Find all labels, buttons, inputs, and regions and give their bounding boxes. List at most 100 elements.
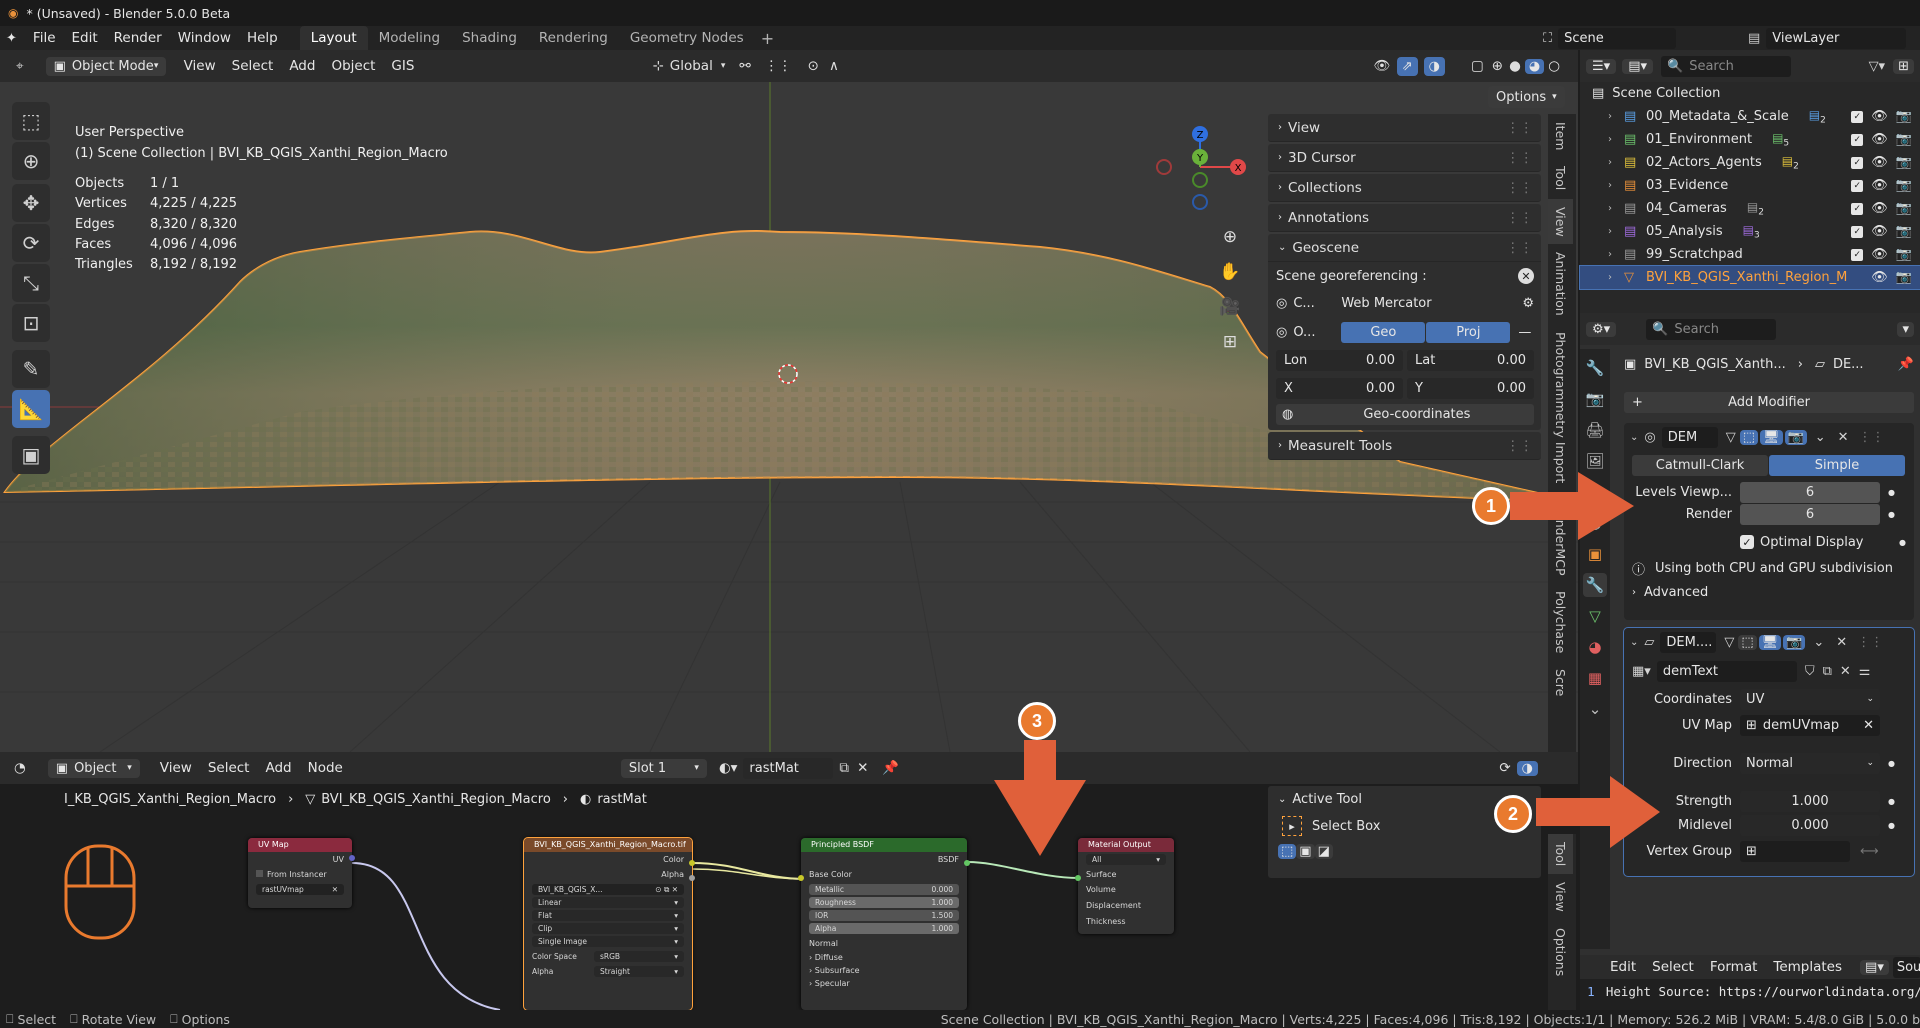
visibility-eye-icon[interactable]: 👁 [1871, 155, 1888, 170]
texture-browse-icon[interactable]: ▦▾ [1632, 664, 1651, 679]
select-new-icon[interactable]: ⬚ [1278, 844, 1297, 859]
te-menu-templates[interactable]: Templates [1765, 959, 1850, 975]
add-workspace-icon[interactable]: + [761, 29, 774, 48]
tab-tool[interactable]: Tool [1548, 158, 1573, 198]
source-dropdown[interactable]: Single Image ▾ [532, 936, 684, 947]
exclude-checkbox[interactable]: ✓ [1851, 110, 1864, 123]
vp-menu-add[interactable]: Add [281, 58, 323, 74]
ortho-grid-icon[interactable]: ⊞ [1218, 325, 1242, 360]
outliner-row[interactable]: › ▤ 00_Metadata_&_Scale ▤2 ✓ 👁 📷 [1580, 105, 1920, 128]
expand-chevron-icon[interactable]: › [1608, 111, 1624, 122]
interpolation-dropdown[interactable]: Linear ▾ [532, 897, 684, 908]
panel-collections[interactable]: › Collections ⋮⋮ [1268, 174, 1541, 202]
scene-props-icon[interactable]: ◬ [1583, 480, 1607, 504]
tab-blendermcp[interactable]: BlenderMCP [1548, 492, 1573, 583]
render-camera-icon[interactable]: 📷 [1896, 155, 1912, 170]
vertex-group-field[interactable]: ⊞ [1740, 840, 1850, 862]
subsurface-panel[interactable]: › Subsurface [801, 964, 967, 977]
text-name-field[interactable]: Sou [1892, 956, 1920, 978]
metallic-field[interactable]: Metallic 0.000 [809, 884, 959, 895]
viewlayer-selector[interactable]: ▤ ViewLayer [1748, 27, 1907, 49]
pan-hand-icon[interactable]: ✋ [1218, 255, 1242, 290]
xray-icon[interactable]: ▢ [1471, 58, 1484, 74]
expand-chevron-icon[interactable]: › [1608, 272, 1624, 283]
more-tabs-icon[interactable]: ⌄ [1583, 697, 1607, 721]
visibility-eye-icon[interactable]: 👁 [1871, 270, 1888, 285]
exclude-checkbox[interactable]: ✓ [1851, 179, 1864, 192]
select-subtract-icon[interactable]: ◪ [1314, 844, 1333, 859]
tab-layout[interactable]: Layout [299, 26, 368, 50]
mod1-viewport-icon[interactable]: 🖥 [1760, 429, 1783, 445]
tex-color-socket[interactable] [689, 860, 695, 866]
object-props-icon[interactable]: ▣ [1583, 542, 1607, 566]
outliner-row[interactable]: › ▤ 02_Actors_Agents ▤2 ✓ 👁 📷 [1580, 151, 1920, 174]
snap-node-icon[interactable]: ⟳ [1499, 760, 1510, 776]
unlink-texture-icon[interactable]: ✕ [1840, 664, 1851, 679]
vp-menu-gis[interactable]: GIS [383, 58, 422, 74]
projection-dropdown[interactable]: Flat ▾ [532, 910, 684, 921]
visibility-eye-icon[interactable]: 👁 [1871, 247, 1888, 262]
mod1-editmode-icon[interactable]: ▽ [1726, 430, 1736, 445]
mod2-render-icon[interactable]: 📷 [1783, 634, 1806, 650]
uv-map-node[interactable]: UV Map UV From Instancer rastUVmap ✕ [248, 838, 355, 908]
invert-vgroup-icon[interactable]: ⟷ [1860, 844, 1879, 859]
y-field[interactable]: Y 0.00 [1407, 378, 1534, 399]
origin-minus-icon[interactable]: — [1518, 325, 1531, 340]
mod1-name-field[interactable]: DEM [1661, 426, 1718, 448]
advanced-panel[interactable]: › Advanced [1632, 582, 1906, 602]
expand-chevron-icon[interactable]: › [1608, 157, 1624, 168]
select-extend-icon[interactable]: ▣ [1296, 844, 1315, 859]
vp-menu-object[interactable]: Object [323, 58, 383, 74]
strength-field[interactable]: 1.000 [1740, 790, 1880, 812]
render-shading-icon[interactable]: ○ [1548, 58, 1560, 74]
outliner-row[interactable]: › ▤ 03_Evidence ✓ 👁 📷 [1580, 174, 1920, 197]
expand-chevron-icon[interactable]: › [1608, 134, 1624, 145]
material-props-icon[interactable]: ◕ [1583, 635, 1607, 659]
solid-shading-icon[interactable]: ● [1509, 58, 1521, 74]
vp-menu-select[interactable]: Select [224, 58, 282, 74]
diffuse-panel[interactable]: › Diffuse [801, 951, 967, 964]
orientation-dropdown[interactable]: ⊹ Global ▾ [652, 58, 725, 74]
panel-measureit[interactable]: › MeasureIt Tools ⋮⋮ [1268, 432, 1541, 460]
blender-menu-icon[interactable]: ✦ [6, 31, 17, 46]
duplicate-texture-icon[interactable]: ⧉ [1823, 664, 1832, 679]
specular-panel[interactable]: › Specular [801, 977, 967, 990]
image-texture-node[interactable]: BVI_KB_QGIS_Xanthi_Region_Macro.tif Colo… [523, 837, 695, 1010]
coordinates-dropdown[interactable]: UV ⌄ [1740, 688, 1880, 710]
visibility-eye-icon[interactable]: 👁 [1871, 109, 1888, 124]
mod2-cage-icon[interactable]: ⬚ [1738, 634, 1757, 650]
principled-bsdf-node[interactable]: Principled BSDF BSDF Base Color Metallic… [798, 838, 970, 1010]
optimal-display-checkbox[interactable]: ✓ Optimal Display ● [1740, 532, 1906, 552]
menu-render[interactable]: Render [106, 30, 170, 46]
georef-close-icon[interactable]: ✕ [1518, 268, 1534, 284]
menu-file[interactable]: File [25, 30, 64, 46]
text-line[interactable]: 1 Height Source: https://ourworldindata.… [1580, 979, 1920, 1003]
zoom-icon[interactable]: ⊕ [1218, 220, 1242, 255]
text-browse-icon[interactable]: ▤▾ [1860, 959, 1889, 975]
annotate-tool-icon[interactable]: ✎ [12, 350, 50, 388]
material-shading-icon[interactable]: ◕ [1524, 58, 1545, 74]
tab-rendering[interactable]: Rendering [528, 26, 619, 50]
expand-chevron-icon[interactable]: › [1608, 203, 1624, 214]
roughness-field[interactable]: Roughness 1.000 [809, 897, 959, 908]
tab-polychase[interactable]: Polychase [1548, 583, 1573, 661]
fake-user-icon[interactable]: ⛉ [1805, 664, 1815, 679]
render-camera-icon[interactable]: 📷 [1896, 109, 1912, 124]
mod2-delete-icon[interactable]: ✕ [1836, 635, 1847, 650]
select-box-tool-icon[interactable]: ⬚ [12, 102, 50, 140]
mod1-menu-icon[interactable]: ⌄ [1815, 430, 1826, 445]
levels-viewport-field[interactable]: 6 [1740, 481, 1880, 503]
pivot-icon[interactable]: ⚯ [739, 58, 750, 74]
visibility-eye-icon[interactable]: 👁 [1871, 178, 1888, 193]
wireframe-shading-icon[interactable]: ⊕ [1492, 58, 1503, 74]
vp-menu-view[interactable]: View [176, 58, 224, 74]
overlay-node-icon[interactable]: ◑ [1516, 760, 1538, 776]
lat-field[interactable]: Lat 0.00 [1407, 350, 1534, 371]
proj-button[interactable]: Proj [1426, 322, 1511, 343]
from-instancer-checkbox[interactable]: From Instancer [248, 867, 352, 882]
exclude-checkbox[interactable]: ✓ [1851, 248, 1864, 261]
data-props-icon[interactable]: ▽ [1583, 604, 1607, 628]
mod1-render-icon[interactable]: 📷 [1784, 429, 1807, 445]
mod2-editmode-icon[interactable]: ▽ [1724, 635, 1734, 650]
view-layer-props-icon[interactable]: 🖼 [1583, 449, 1607, 473]
